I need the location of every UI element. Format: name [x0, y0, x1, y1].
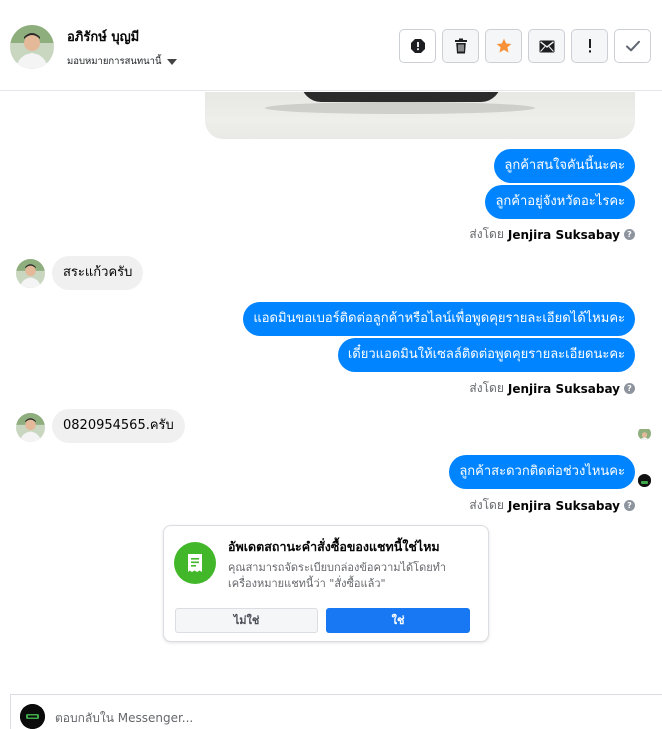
trash-icon: [454, 38, 467, 54]
message-bubble-incoming[interactable]: 0820954565.ครับ: [52, 409, 185, 443]
seen-avatar: [638, 427, 651, 440]
image-shadow: [265, 102, 535, 114]
message-bubble-outgoing[interactable]: ลูกค้าสนใจคันนี้นะคะ: [494, 149, 635, 183]
info-icon[interactable]: ?: [624, 500, 635, 511]
sent-by-name[interactable]: Jenjira Suksabay: [508, 382, 620, 396]
header-actions: [399, 29, 651, 63]
car-photo: [301, 92, 501, 102]
mark-done-button[interactable]: [614, 29, 651, 63]
info-icon[interactable]: ?: [624, 383, 635, 394]
mark-important-button[interactable]: [571, 29, 608, 63]
reply-input[interactable]: [55, 709, 645, 727]
messenger-inbox: อภิรักษ์ บุญมี มอบหมายการสนทนานี้ ลูกค้า…: [0, 0, 662, 729]
reply-composer: [10, 694, 662, 729]
assign-label: มอบหมายการสนทนานี้: [67, 56, 162, 67]
sent-by-prefix: ส่งโดย: [469, 498, 504, 512]
assign-conversation-dropdown[interactable]: มอบหมายการสนทนานี้: [67, 54, 177, 69]
image-attachment[interactable]: [205, 92, 635, 139]
order-status-card: อัพเดตสถานะคำสั่งซื้อของแชทนี้ใช่ไหม คุณ…: [163, 525, 489, 642]
star-icon: [496, 38, 511, 53]
card-description: คุณสามารถจัดระเบียบกล่องข้อความได้โดยทำเ…: [228, 561, 447, 590]
sent-by-name[interactable]: Jenjira Suksabay: [508, 499, 620, 513]
sent-by-label: ส่งโดย Jenjira Suksabay ?: [469, 225, 635, 244]
alert-icon: [410, 39, 425, 53]
checkmark-icon: [625, 40, 640, 52]
contact-avatar-small[interactable]: [16, 413, 45, 442]
seen-avatar: [638, 474, 651, 487]
message-bubble-outgoing[interactable]: ลูกค้าอยู่จังหวัดอะไรคะ: [485, 185, 635, 219]
sent-by-label: ส่งโดย Jenjira Suksabay ?: [469, 379, 635, 398]
sent-by-label: ส่งโดย Jenjira Suksabay ?: [469, 496, 635, 515]
spam-button[interactable]: [399, 29, 436, 63]
sent-by-prefix: ส่งโดย: [469, 381, 504, 395]
message-bubble-outgoing[interactable]: เดี๋ยวแอดมินให้เซลล์ติดต่อพูดคุยรายละเอี…: [337, 338, 635, 372]
caret-down-icon: [166, 58, 177, 65]
message-thread[interactable]: ลูกค้าสนใจคันนี้นะคะ ลูกค้าอยู่จังหวัดอะ…: [0, 92, 662, 693]
contact-avatar-small[interactable]: [16, 259, 45, 288]
card-title: อัพเดตสถานะคำสั่งซื้อของแชทนี้ใช่ไหม: [228, 539, 440, 554]
exclamation-icon: [588, 39, 591, 53]
receipt-icon: [174, 542, 216, 584]
contact-name[interactable]: อภิรักษ์ บุญมี: [67, 26, 139, 47]
sent-by-prefix: ส่งโดย: [469, 227, 504, 241]
no-button[interactable]: ไม่ใช่: [175, 608, 318, 633]
contact-avatar[interactable]: [10, 25, 54, 69]
message-bubble-outgoing[interactable]: ลูกค้าสะดวกติดต่อช่วงไหนคะ: [449, 455, 635, 489]
page-avatar: [20, 704, 45, 729]
mark-unread-button[interactable]: [528, 29, 565, 63]
yes-button[interactable]: ใช่: [326, 608, 470, 633]
message-bubble-outgoing[interactable]: แอดมินขอเบอร์ติดต่อลูกค้าหรือไลน์เพื่อพู…: [243, 302, 635, 336]
conversation-header: อภิรักษ์ บุญมี มอบหมายการสนทนานี้: [0, 0, 662, 91]
follow-up-button[interactable]: [485, 29, 522, 63]
info-icon[interactable]: ?: [624, 229, 635, 240]
message-bubble-incoming[interactable]: สระแก้วครับ: [52, 256, 144, 290]
delete-button[interactable]: [442, 29, 479, 63]
envelope-icon: [539, 40, 554, 52]
sent-by-name[interactable]: Jenjira Suksabay: [508, 228, 620, 242]
